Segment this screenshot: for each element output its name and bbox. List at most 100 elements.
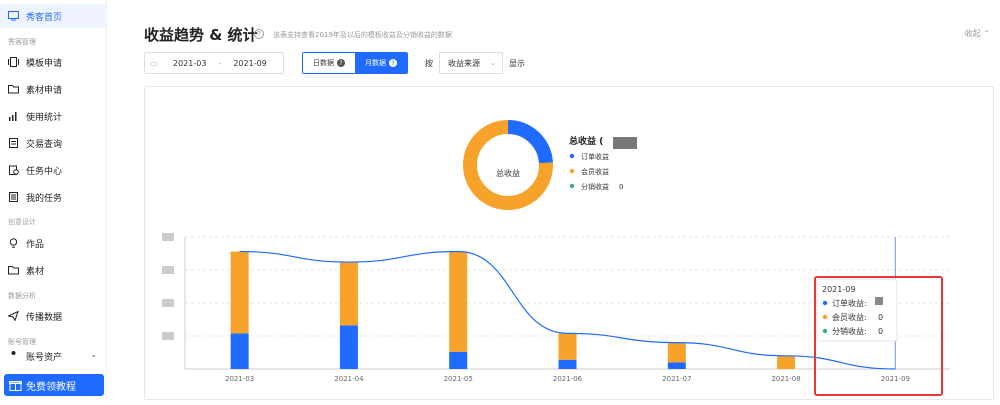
tooltip-dot: [822, 328, 828, 334]
page-title: 收益趋势 & 统计: [144, 26, 258, 44]
sidebar-item-works[interactable]: 作品: [0, 231, 107, 255]
legend-label: 会员收益: [581, 167, 609, 176]
x-tick-label: 2021-05: [444, 375, 473, 383]
sidebar-item-home[interactable]: 秀客首页: [0, 4, 107, 28]
chart-tooltip: 2021-09 订单收益: 会员收益: 0 分销收益: 0: [814, 276, 943, 396]
granularity-toggle: 日数据? 月数据?: [302, 52, 408, 74]
tab-label: 月数据: [365, 59, 386, 67]
collapse-button[interactable]: 收起 ⌃: [965, 28, 990, 39]
sidebar-item-my-tasks[interactable]: 我的任务: [0, 185, 107, 209]
legend-dot: [569, 153, 575, 159]
sidebar-item-label: 我的任务: [26, 193, 63, 204]
source-select[interactable]: 收益来源 ⌄: [439, 52, 503, 74]
x-axis-labels: 2021-03 2021-04 2021-05 2021-06 2021-07 2021-…: [225, 375, 910, 383]
by-label: 按: [425, 59, 433, 68]
x-tick-label: 2021-09: [881, 375, 910, 383]
sidebar-item-label: 使用统计: [26, 112, 63, 123]
tooltip-label: 分销收益:: [832, 326, 867, 336]
tooltip-dot: [822, 314, 828, 320]
redacted-y-label: [162, 299, 174, 307]
sidebar-item-spread-data[interactable]: 传播数据: [0, 304, 107, 328]
bar-member: [667, 342, 686, 363]
monitor-icon: [0, 11, 26, 21]
sidebar-group-label: 秀客管理: [8, 38, 36, 46]
revenue-chart: 总收益 总收益 ( 订单收益会员收益分销收益 0 2021-03 2021-04 20…: [162, 120, 950, 396]
tooltip-value: 0: [878, 327, 883, 336]
bar-chart-icon: [0, 111, 26, 121]
select-value: 收益来源: [448, 58, 480, 68]
tooltip-label: 会员收益:: [832, 312, 867, 322]
help-icon: ?: [337, 59, 345, 67]
free-tutorial-button[interactable]: 免费领教程: [4, 374, 104, 396]
template-icon: [0, 57, 26, 67]
sidebar-item-label: 素材申请: [26, 85, 63, 96]
help-icon: ?: [389, 59, 397, 67]
chevron-up-icon: ⌃: [983, 29, 990, 38]
bar-member: [230, 251, 249, 334]
total-revenue-label: 总收益 (: [569, 135, 603, 147]
donut-center-label: 总收益: [496, 168, 520, 178]
sidebar-item-label: 模板申请: [26, 58, 63, 69]
bar-order: [449, 351, 468, 369]
bar-order: [230, 333, 249, 369]
bar-member: [777, 355, 796, 369]
sidebar-item-template-apply[interactable]: 模板申请: [0, 50, 107, 74]
x-tick-label: 2021-06: [553, 375, 583, 383]
x-tick-label: 2021-07: [662, 375, 691, 383]
chart-panel: 总收益 总收益 ( 订单收益 会员收益 分销收益 0 2021-03 2021-04 20…: [144, 86, 994, 400]
main-content: 收益趋势 & 统计 ? 该表支持查看2019年及以后的模板收益及分销收益的数据 …: [107, 0, 1000, 403]
document-icon: [0, 138, 26, 148]
start-date: 2021-03: [173, 58, 207, 68]
folder-icon: [0, 84, 26, 94]
x-tick-label: 2021-04: [334, 375, 364, 383]
bar-member: [339, 262, 358, 326]
sidebar-item-task-center[interactable]: 任务中心: [0, 158, 107, 182]
tab-day-data[interactable]: 日数据?: [303, 53, 355, 73]
user-icon: [0, 350, 26, 360]
folder-icon: [0, 265, 26, 275]
legend-label: 订单收益: [581, 152, 609, 161]
help-icon[interactable]: ?: [254, 29, 264, 39]
bar-order: [667, 362, 686, 369]
list-icon: [0, 192, 26, 202]
sidebar-item-usage-stats[interactable]: 使用统计: [0, 104, 107, 128]
legend-dot: [569, 168, 575, 174]
sidebar-group-label: 数据分析: [8, 292, 36, 300]
sidebar-item-label: 素材: [26, 266, 45, 277]
gift-icon: [4, 379, 26, 391]
donut-legend: 订单收益会员收益分销收益 0: [569, 152, 623, 191]
donut-chart: 总收益: [463, 120, 553, 210]
tooltip-title: 2021-09: [822, 285, 855, 294]
sidebar-item-label: 账号资产: [26, 353, 63, 363]
chevron-down-icon: ⌄: [490, 59, 496, 67]
collapse-label: 收起: [964, 29, 981, 38]
legend-value: 0: [619, 183, 623, 191]
tab-label: 日数据: [313, 59, 334, 67]
bar-member: [558, 333, 577, 360]
bar-member: [449, 251, 468, 352]
sidebar: 秀客首页 秀客管理 模板申请 素材申请 使用统计 交易查询 任务中心 我的任务 …: [0, 0, 107, 403]
tooltip-value: 0: [878, 313, 883, 322]
calendar-icon: ▭: [150, 58, 158, 68]
redacted-y-label: [162, 233, 174, 241]
bar-order: [558, 359, 577, 369]
legend-label: 分销收益: [581, 182, 609, 191]
sidebar-group-label: 创意设计: [8, 218, 36, 226]
sidebar-item-materials[interactable]: 素材: [0, 258, 107, 282]
end-date: 2021-09: [233, 58, 267, 68]
sidebar-item-label: 作品: [26, 239, 45, 250]
range-separator: -: [218, 58, 222, 68]
sidebar-item-label: 传播数据: [26, 312, 63, 323]
sidebar-item-account-assets[interactable]: 账号资产 ⌄: [0, 350, 107, 364]
redacted-y-label: [162, 266, 174, 274]
bulb-icon: [0, 238, 26, 248]
show-label: 显示: [509, 59, 525, 68]
sidebar-item-label: 任务中心: [26, 166, 63, 177]
x-tick-label: 2021-03: [225, 375, 254, 383]
tab-month-data[interactable]: 月数据?: [355, 53, 407, 73]
x-tick-label: 2021-08: [771, 375, 800, 383]
sidebar-item-material-apply[interactable]: 素材申请: [0, 77, 107, 101]
date-range-picker[interactable]: ▭ 2021-03 - 2021-09: [144, 52, 284, 74]
sidebar-item-transactions[interactable]: 交易查询: [0, 131, 107, 155]
redacted-total: [613, 137, 637, 149]
